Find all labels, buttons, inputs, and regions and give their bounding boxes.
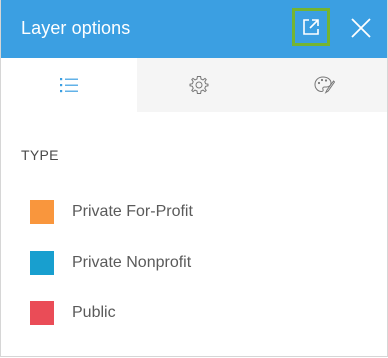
legend-swatch[interactable] (30, 251, 54, 275)
layer-options-panel: Layer options TYPE Private For-Profit Pr… (0, 0, 388, 357)
legend-item-label: Public (72, 304, 116, 321)
close-button[interactable] (346, 13, 376, 43)
legend-item[interactable]: Private Nonprofit (30, 250, 191, 276)
panel-header: Layer options (1, 0, 387, 58)
tab-options[interactable] (137, 58, 261, 112)
gear-icon (189, 76, 209, 94)
tab-bar (1, 58, 387, 112)
legend-item-label: Private For-Profit (72, 203, 193, 220)
legend-swatch[interactable] (30, 301, 54, 325)
palette-icon (314, 76, 335, 94)
legend-swatch[interactable] (30, 200, 54, 224)
tab-style[interactable] (261, 58, 387, 112)
popout-icon (303, 19, 319, 35)
legend-item[interactable]: Public (30, 300, 116, 326)
list-icon (60, 78, 78, 93)
tab-legend[interactable] (1, 58, 137, 112)
close-icon (351, 18, 371, 38)
legend-item-label: Private Nonprofit (72, 254, 192, 271)
panel-title: Layer options (21, 18, 131, 38)
legend-section-label: TYPE (21, 147, 59, 163)
popout-button[interactable] (292, 8, 330, 46)
legend-item[interactable]: Private For-Profit (30, 199, 193, 225)
